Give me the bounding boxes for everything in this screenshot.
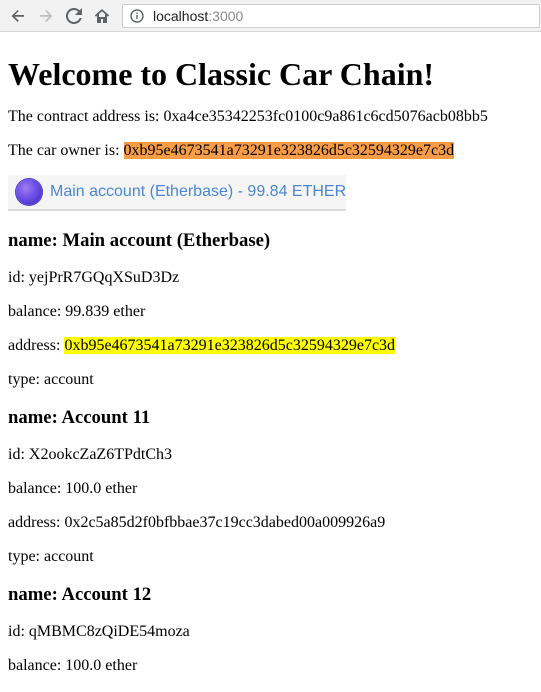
arrow-left-icon <box>11 9 24 22</box>
url-host: localhost <box>153 7 209 24</box>
account-card: name: Account 11 id: X2ookcZaZ6TPdtCh3 b… <box>8 407 533 566</box>
account-balance: balance: 99.839 ether <box>8 303 146 320</box>
contract-address-line: The contract address is: 0xa4ce35342253f… <box>8 108 533 126</box>
account-balance: balance: 100.0 ether <box>8 657 138 674</box>
forward-button[interactable] <box>32 2 60 30</box>
account-name: name: Account 12 <box>8 584 152 605</box>
highlighted-address: 0xb95e4673541a73291e323826d5c32594329e7c… <box>64 337 396 354</box>
url-port: :3000 <box>208 7 244 24</box>
back-button[interactable] <box>4 2 32 30</box>
account-type: type: account <box>8 548 94 565</box>
page-content: Welcome to Classic Car Chain! The contra… <box>0 54 541 675</box>
account-name: name: Main account (Etherbase) <box>8 230 271 251</box>
contract-address: 0xa4ce35342253fc0100c9a861c6cd5076acb08b… <box>163 108 488 125</box>
account-id: id: qMBMC8zQiDE54moza <box>8 623 190 640</box>
address-bar[interactable]: localhost:3000 <box>122 3 540 28</box>
arrow-right-icon <box>40 9 53 22</box>
account-selector[interactable]: Main account (Etherbase) - 99.84 ETHER <box>8 175 346 211</box>
car-owner-line: The car owner is: 0xb95e4673541a73291e32… <box>8 142 533 160</box>
account-card: name: Account 12 id: qMBMC8zQiDE54moza b… <box>8 584 533 675</box>
account-avatar <box>16 179 42 205</box>
account-address: address: 0x2c5a85d2f0bfbbae37c19cc3dabed… <box>8 514 386 531</box>
home-button[interactable] <box>88 2 116 30</box>
info-icon[interactable] <box>129 8 145 24</box>
account-id: id: X2ookcZaZ6TPdtCh3 <box>8 446 172 463</box>
owner-address: 0xb95e4673541a73291e323826d5c32594329e7c… <box>123 142 455 159</box>
account-name: name: Account 11 <box>8 407 151 428</box>
contract-label: The contract address is: <box>8 108 160 125</box>
owner-label: The car owner is: <box>8 142 120 159</box>
account-selector-label: Main account (Etherbase) - 99.84 ETHER <box>50 183 347 200</box>
home-icon <box>94 8 110 23</box>
account-type: type: account <box>8 371 94 388</box>
page-title: Welcome to Classic Car Chain! <box>8 56 435 92</box>
account-balance: balance: 100.0 ether <box>8 480 138 497</box>
browser-toolbar: localhost:3000 <box>0 0 541 32</box>
reload-icon <box>66 7 82 24</box>
account-id: id: yejPrR7GQqXSuD3Dz <box>8 269 180 286</box>
reload-button[interactable] <box>60 2 88 30</box>
account-card: name: Main account (Etherbase) id: yejPr… <box>8 230 533 389</box>
account-address: address: 0xb95e4673541a73291e323826d5c32… <box>8 337 396 354</box>
